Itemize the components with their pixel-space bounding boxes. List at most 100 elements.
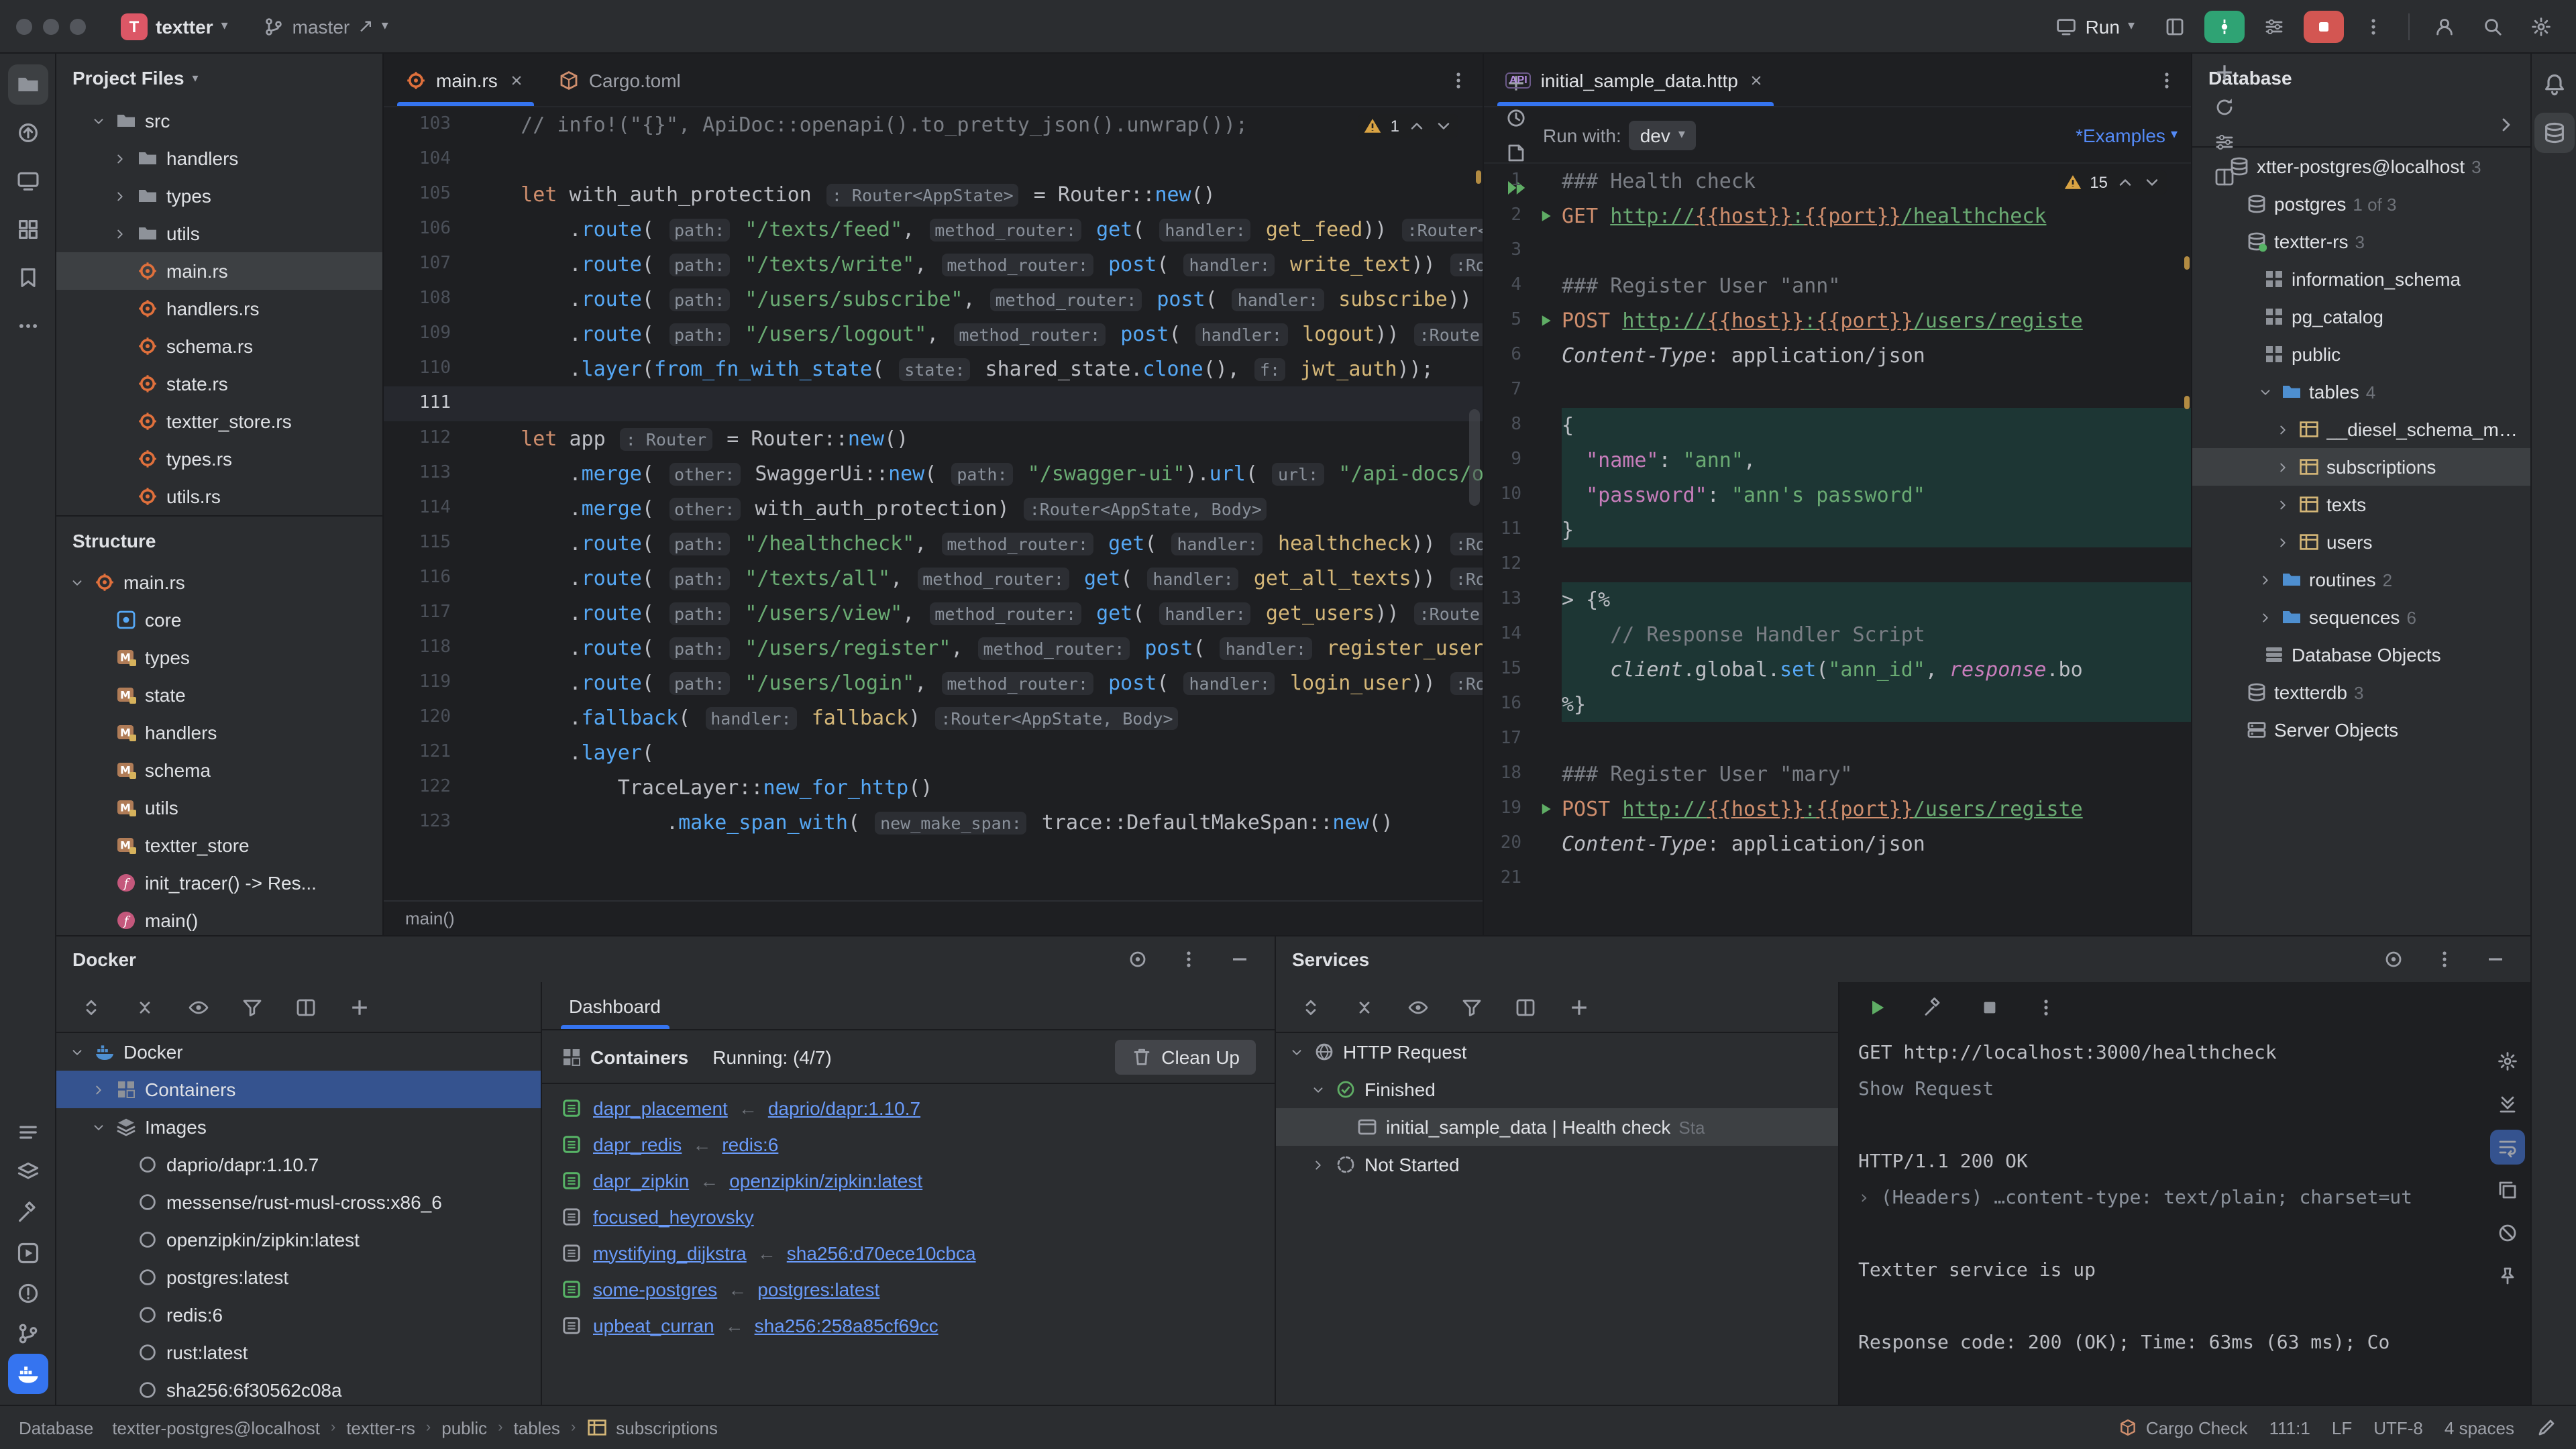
console-line[interactable]: › (Headers) …content-type: text/plain; c… [1858, 1181, 2485, 1217]
code-line[interactable]: 123 .make_span_with( new_make_span: trac… [384, 805, 1483, 840]
caret-position-widget[interactable]: 111:1 [2269, 1417, 2310, 1438]
tree-item[interactable]: public [2192, 335, 2530, 373]
tool-strip-version-control[interactable] [7, 1313, 48, 1354]
tool-strip-dependencies[interactable] [7, 1152, 48, 1193]
image-link[interactable]: sha256:d70ece10cbca [787, 1242, 976, 1263]
http-editor[interactable]: 1 ### Health check 2 GET http://{{host}}:{{… [1484, 164, 2191, 935]
tool-strip-bookmarks[interactable] [7, 258, 48, 298]
container-link[interactable]: dapr_zipkin [593, 1169, 689, 1191]
code-line[interactable]: 109 .route( path: "/users/logout", metho… [384, 317, 1483, 352]
dashboard-tab[interactable]: Dashboard [555, 982, 674, 1029]
code-line[interactable]: 7 [1484, 373, 2191, 408]
code-line[interactable]: 15 client.global.set("ann_id", response.… [1484, 652, 2191, 687]
tree-item[interactable]: utils.rs [56, 478, 382, 515]
stop-button[interactable] [1971, 990, 2008, 1025]
tool-strip-todo[interactable] [7, 1112, 48, 1152]
new-datasource-button[interactable] [2206, 54, 2243, 89]
tree-item[interactable]: information_schema [2192, 260, 2530, 298]
container-link[interactable]: dapr_redis [593, 1133, 682, 1155]
code-line[interactable]: 12 [1484, 547, 2191, 582]
container-link[interactable]: some-postgres [593, 1278, 717, 1299]
chevron-right-icon[interactable] [2273, 497, 2292, 512]
tree-item[interactable]: Mtypes [56, 639, 382, 676]
expand-all-button[interactable] [1292, 989, 1330, 1024]
chevron-down-icon[interactable] [89, 113, 107, 128]
tree-item[interactable]: schema.rs [56, 327, 382, 365]
inspection-widget[interactable]: 1 [1358, 114, 1458, 138]
chevron-down-icon[interactable] [89, 1120, 107, 1134]
chevron-down-icon[interactable] [2255, 384, 2274, 399]
code-line[interactable]: 14 // Response Handler Script [1484, 617, 2191, 652]
filter-button[interactable] [233, 989, 271, 1024]
code-line[interactable]: 111 [384, 386, 1483, 421]
tab-options-button[interactable] [1440, 62, 1477, 97]
environment-select[interactable]: dev ▾ [1629, 120, 1696, 150]
tree-item[interactable]: state.rs [56, 365, 382, 402]
console-line[interactable]: HTTP/1.1 200 OK [1858, 1144, 2485, 1181]
tree-item[interactable]: Images [56, 1108, 541, 1146]
tree-item[interactable]: tables 4 [2192, 373, 2530, 411]
collapse-all-button[interactable] [126, 989, 164, 1024]
container-row[interactable]: upbeat_curran ← sha256:258a85cf69cc [542, 1307, 1275, 1343]
code-line[interactable]: 120 .fallback( handler: fallback) :Route… [384, 700, 1483, 735]
tree-item[interactable]: postgres:latest [56, 1258, 541, 1296]
code-line[interactable]: 5 POST http://{{host}}:{{port}}/users/reg… [1484, 303, 2191, 338]
console-line[interactable] [1858, 1289, 2485, 1326]
user-button[interactable] [2426, 9, 2463, 44]
code-line[interactable]: 117 .route( path: "/users/view", method_… [384, 596, 1483, 631]
next-problem-icon[interactable] [2143, 173, 2161, 192]
tree-item[interactable]: handlers.rs [56, 290, 382, 327]
tree-item[interactable]: subscriptions [2192, 448, 2530, 486]
tree-item[interactable]: Not Started [1276, 1146, 1838, 1183]
chevron-down-icon[interactable] [67, 575, 86, 590]
docker-window-header[interactable]: Docker [56, 936, 1275, 982]
tree-item[interactable]: core [56, 601, 382, 639]
tool-strip-docker[interactable] [7, 1354, 48, 1394]
tree-item[interactable]: Finished [1276, 1071, 1838, 1108]
editor-scrollbar[interactable] [1469, 409, 1480, 506]
refresh-button[interactable] [2206, 89, 2243, 124]
project-widget[interactable]: T textter ▾ [110, 7, 239, 45]
tree-item[interactable]: f main() [56, 902, 382, 935]
chevron-down-icon[interactable] [67, 1044, 86, 1059]
console-line[interactable]: Show Request [1858, 1072, 2485, 1108]
code-line[interactable]: 20 Content-Type: application/json [1484, 826, 2191, 861]
locate-button[interactable] [1119, 942, 1157, 977]
chevron-right-icon[interactable] [110, 151, 129, 166]
tree-item[interactable]: daprio/dapr:1.10.7 [56, 1146, 541, 1183]
chevron-right-icon[interactable] [89, 1082, 107, 1097]
tree-item[interactable]: main.rs [56, 252, 382, 290]
tree-item[interactable]: textter_store.rs [56, 402, 382, 440]
tab-options-button[interactable] [2148, 62, 2186, 97]
container-row[interactable]: dapr_placement ← daprio/dapr:1.10.7 [542, 1089, 1275, 1126]
container-link[interactable]: upbeat_curran [593, 1314, 714, 1336]
code-line[interactable]: 118 .route( path: "/users/register", met… [384, 631, 1483, 665]
code-line[interactable]: 18 ### Register User "mary" [1484, 757, 2191, 792]
tree-item[interactable]: postgres 1 of 3 [2192, 185, 2530, 223]
code-line[interactable]: 104 [384, 142, 1483, 177]
run-request-icon[interactable] [1529, 792, 1562, 826]
code-line[interactable]: 112 let app : Router = Router::new() [384, 421, 1483, 456]
warning-stripe-mark[interactable] [2184, 395, 2190, 409]
code-line[interactable]: 105 let with_auth_protection : Router<Ap… [384, 177, 1483, 212]
tree-item[interactable]: f init_tracer() -> Res... [56, 864, 382, 902]
tree-item[interactable]: Containers [56, 1071, 541, 1108]
tree-item[interactable]: textterdb 3 [2192, 674, 2530, 711]
hide-button[interactable] [1221, 942, 1258, 977]
code-line[interactable]: 119 .route( path: "/users/login", method… [384, 665, 1483, 700]
tool-strip-database[interactable] [2534, 113, 2574, 153]
console-output[interactable]: GET http://localhost:3000/healthcheck Sho… [1839, 1033, 2485, 1405]
chevron-right-icon[interactable] [2273, 535, 2292, 549]
run-request-icon[interactable] [1529, 303, 1562, 338]
next-problem-icon[interactable] [1434, 117, 1453, 136]
editor-tab[interactable]: main.rs [389, 54, 542, 106]
encoding-widget[interactable]: UTF-8 [2373, 1417, 2423, 1438]
status-tool-label[interactable]: Database [19, 1417, 93, 1438]
tree-item[interactable]: Docker [56, 1033, 541, 1071]
filter-button[interactable] [1453, 989, 1491, 1024]
container-link[interactable]: dapr_placement [593, 1097, 728, 1118]
code-line[interactable]: 2 GET http://{{host}}:{{port}}/healthchec… [1484, 199, 2191, 233]
locate-button[interactable] [2375, 942, 2412, 977]
chevron-down-icon[interactable] [1287, 1044, 1305, 1059]
tree-item[interactable]: users [2192, 523, 2530, 561]
